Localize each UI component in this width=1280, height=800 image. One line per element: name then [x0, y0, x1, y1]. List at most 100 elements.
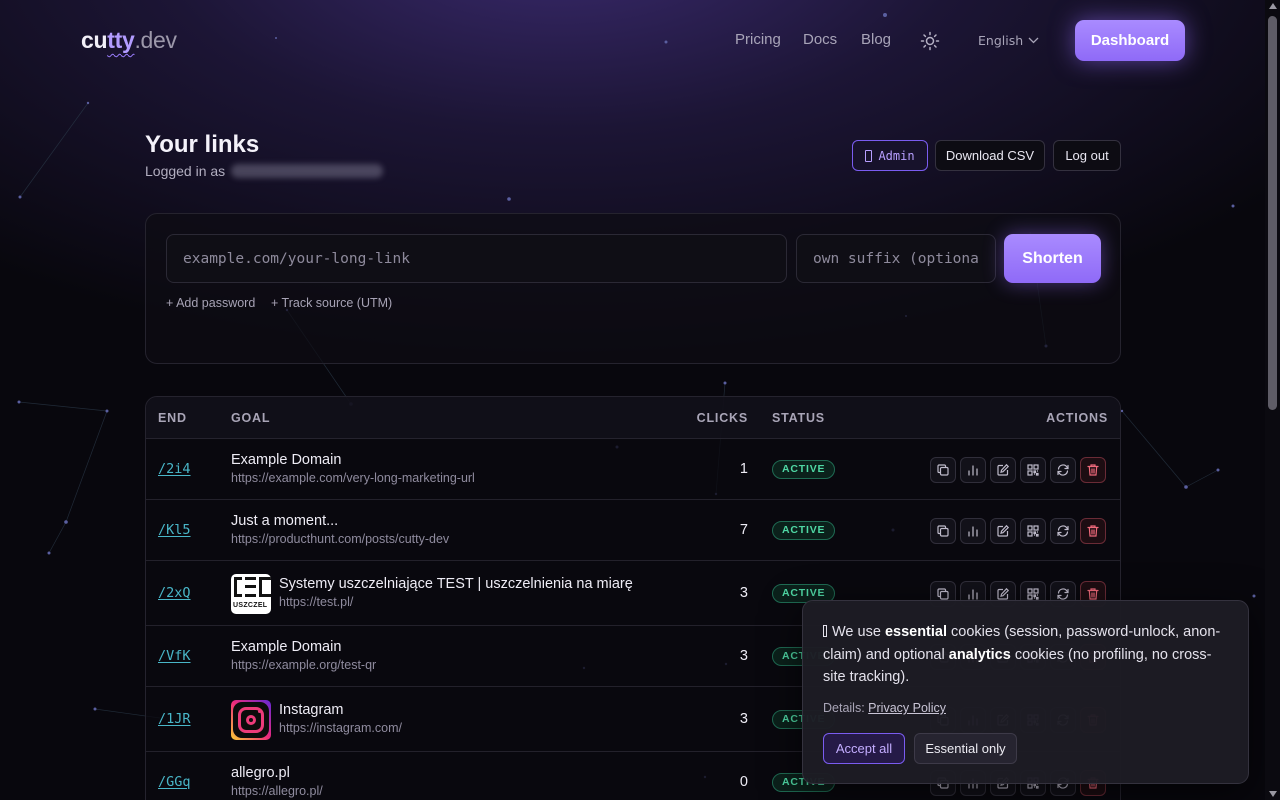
- refresh-button[interactable]: [1050, 517, 1076, 544]
- sun-icon[interactable]: [920, 31, 940, 51]
- goal-url: https://example.org/test-qr: [231, 657, 377, 672]
- stats-icon: [966, 587, 980, 601]
- logged-in-info: Logged in as: [145, 163, 384, 179]
- edit-button[interactable]: [990, 456, 1016, 483]
- stats-icon: [966, 463, 980, 477]
- trash-icon: [1086, 524, 1100, 538]
- goal-url: https://producthunt.com/posts/cutty-dev: [231, 531, 450, 546]
- privacy-policy-link[interactable]: Privacy Policy: [868, 701, 946, 715]
- goal-title: Systemy uszczelniające TEST | uszczelnie…: [279, 575, 633, 592]
- track-source-link[interactable]: + Track source (UTM): [271, 296, 392, 310]
- scroll-up-icon[interactable]: [1269, 3, 1277, 9]
- click-count: 3: [739, 584, 748, 601]
- nav-docs[interactable]: Docs: [803, 31, 837, 48]
- download-csv-button[interactable]: Download CSV: [935, 140, 1045, 171]
- table-row: /2i4 Example Domain https://example.com/…: [146, 439, 1120, 500]
- nav-pricing[interactable]: Pricing: [735, 31, 781, 48]
- accept-all-button[interactable]: Accept all: [823, 733, 905, 764]
- cookie-essential: essential: [884, 624, 948, 640]
- cookie-icon: [823, 625, 827, 637]
- table-header: END GOAL CLICKS STATUS ACTIONS: [146, 397, 1120, 439]
- short-link[interactable]: /VfK: [158, 648, 191, 664]
- table-row: /Kl5 Just a moment... https://producthun…: [146, 500, 1120, 561]
- logo[interactable]: cutty.dev: [81, 27, 177, 54]
- test-logo-icon: USZCZEL: [231, 573, 271, 614]
- instagram-logo-icon: [231, 699, 271, 740]
- qr-button[interactable]: [1020, 456, 1046, 483]
- refresh-icon: [1056, 587, 1070, 601]
- header-goal: GOAL: [231, 411, 271, 425]
- refresh-icon: [1056, 463, 1070, 477]
- short-link[interactable]: /1JR: [158, 711, 191, 727]
- goal-title: allegro.pl: [231, 764, 290, 781]
- logo-middle: tty: [107, 27, 135, 53]
- logo-tld: .dev: [134, 27, 177, 53]
- edit-icon: [996, 463, 1010, 477]
- status-badge: ACTIVE: [772, 520, 836, 540]
- edit-icon: [996, 524, 1010, 538]
- row-actions: [930, 517, 1106, 544]
- edit-icon: [996, 587, 1010, 601]
- header-actions: ACTIONS: [1046, 411, 1108, 425]
- shorten-card: Shorten + Add password + Track source (U…: [145, 213, 1121, 364]
- short-link[interactable]: /2xQ: [158, 585, 191, 601]
- blurred-email: [231, 164, 384, 178]
- short-link[interactable]: /Kl5: [158, 522, 191, 538]
- dashboard-button[interactable]: Dashboard: [1075, 20, 1185, 61]
- stats-button[interactable]: [960, 456, 986, 483]
- scrollbar-thumb[interactable]: [1268, 16, 1277, 410]
- cookie-analytics: analytics: [948, 646, 1011, 663]
- cookie-text-1: We use: [832, 624, 885, 640]
- logout-button[interactable]: Log out: [1053, 140, 1121, 171]
- logged-in-label: Logged in as: [145, 163, 226, 179]
- goal-url: https://example.com/very-long-marketing-…: [231, 470, 475, 485]
- shorten-button[interactable]: Shorten: [1004, 234, 1101, 283]
- short-link[interactable]: /2i4: [158, 461, 191, 477]
- goal-title: Example Domain: [231, 638, 342, 655]
- trash-button[interactable]: [1080, 456, 1106, 483]
- admin-button[interactable]: Admin: [852, 140, 928, 171]
- cookie-banner: We use essential cookies (session, passw…: [802, 600, 1249, 784]
- goal-url: https://allegro.pl/: [231, 783, 323, 798]
- language-select[interactable]: English: [978, 33, 1039, 48]
- copy-button[interactable]: [930, 456, 956, 483]
- short-link[interactable]: /GGq: [158, 774, 191, 790]
- header-status: STATUS: [772, 411, 825, 425]
- refresh-button[interactable]: [1050, 456, 1076, 483]
- trash-icon: [1086, 587, 1100, 601]
- page-scrollbar[interactable]: [1265, 0, 1280, 800]
- qr-icon: [1026, 463, 1040, 477]
- scroll-down-icon[interactable]: [1269, 791, 1277, 797]
- qr-icon: [1026, 524, 1040, 538]
- goal-url: https://test.pl/: [279, 594, 354, 609]
- copy-icon: [936, 524, 950, 538]
- copy-icon: [936, 587, 950, 601]
- trash-icon: [1086, 463, 1100, 477]
- refresh-icon: [1056, 524, 1070, 538]
- language-label: English: [978, 33, 1024, 48]
- edit-button[interactable]: [990, 517, 1016, 544]
- header-clicks: CLICKS: [696, 411, 748, 425]
- page-title: Your links: [145, 131, 260, 158]
- chevron-down-icon: [1028, 37, 1039, 44]
- goal-title: Example Domain: [231, 451, 342, 468]
- nav-blog[interactable]: Blog: [861, 31, 891, 48]
- qr-icon: [1026, 587, 1040, 601]
- stats-button[interactable]: [960, 517, 986, 544]
- add-password-link[interactable]: + Add password: [166, 296, 255, 310]
- long-url-input[interactable]: [166, 234, 787, 283]
- essential-only-button[interactable]: Essential only: [914, 733, 1017, 764]
- trash-button[interactable]: [1080, 517, 1106, 544]
- row-actions: [930, 456, 1106, 483]
- cookie-details: Details: Privacy Policy: [823, 701, 946, 715]
- click-count: 3: [739, 647, 748, 664]
- details-label: Details:: [823, 701, 865, 715]
- goal-title: Just a moment...: [231, 512, 339, 529]
- qr-button[interactable]: [1020, 517, 1046, 544]
- copy-button[interactable]: [930, 517, 956, 544]
- click-count: 0: [739, 773, 748, 790]
- copy-icon: [936, 463, 950, 477]
- stats-icon: [966, 524, 980, 538]
- click-count: 1: [739, 460, 748, 477]
- suffix-input[interactable]: [796, 234, 996, 283]
